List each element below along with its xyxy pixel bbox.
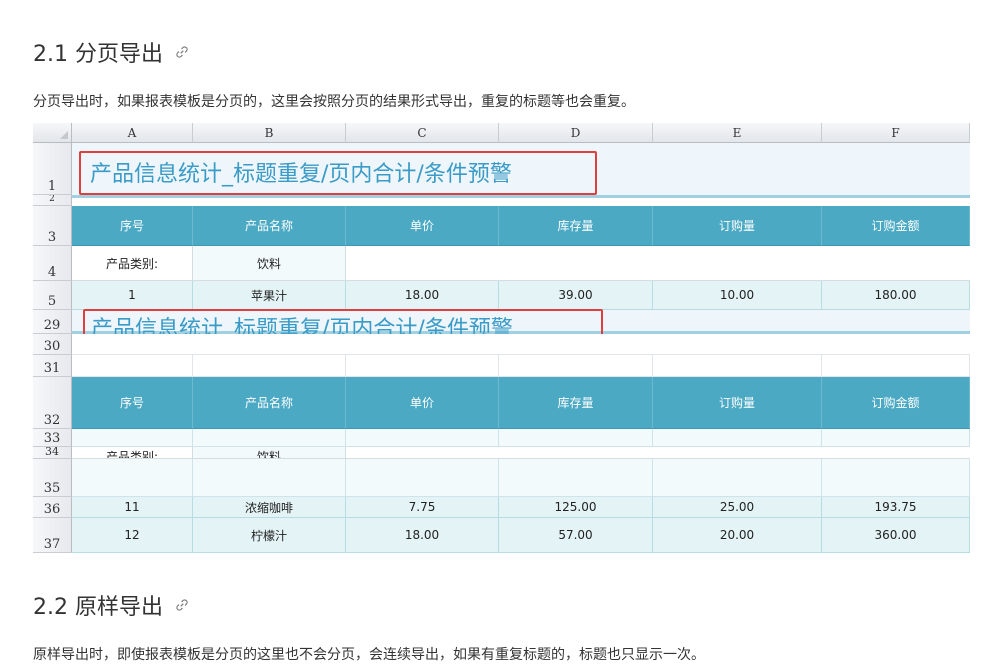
table-cell: 39.00 <box>499 281 653 310</box>
empty-cell <box>346 355 499 377</box>
empty-cell <box>346 459 499 497</box>
empty-cell <box>346 246 970 281</box>
empty-cell <box>653 459 822 497</box>
table-cell: 18.00 <box>346 281 499 310</box>
empty-cell <box>653 429 822 447</box>
column-header-f: F <box>822 123 970 143</box>
row-header: 4 <box>33 246 72 281</box>
empty-cell <box>193 429 346 447</box>
empty-row <box>72 355 970 377</box>
category-value: 饮料 <box>193 447 346 459</box>
header-cell: 产品名称 <box>193 206 346 246</box>
column-header-c: C <box>346 123 499 143</box>
header-cell: 订购量 <box>653 206 822 246</box>
table-row: 12 柠檬汁 18.00 57.00 20.00 360.00 <box>72 518 970 553</box>
column-header-e: E <box>653 123 822 143</box>
header-cell: 序号 <box>72 377 193 429</box>
empty-cell <box>193 355 346 377</box>
column-header-a: A <box>72 123 193 143</box>
table-cell: 11 <box>72 497 193 518</box>
column-header-d: D <box>499 123 653 143</box>
table-cell: 12 <box>72 518 193 553</box>
category-value: 饮料 <box>193 246 346 281</box>
row-header: 36 <box>33 497 72 518</box>
table-row: 1 苹果汁 18.00 39.00 10.00 180.00 <box>72 281 970 310</box>
section-heading-2-1: 2.1 分页导出 <box>33 36 189 68</box>
empty-cell <box>653 355 822 377</box>
row-header: 37 <box>33 518 72 553</box>
row-header: 2 <box>33 195 72 206</box>
table-cell: 浓缩咖啡 <box>193 497 346 518</box>
row-header: 30 <box>33 334 72 355</box>
column-header-b: B <box>193 123 346 143</box>
table-cell: 7.75 <box>346 497 499 518</box>
header-cell: 单价 <box>346 206 499 246</box>
empty-cell <box>72 429 193 447</box>
empty-row <box>72 429 970 447</box>
table-cell: 125.00 <box>499 497 653 518</box>
column-headers-row-repeated: 序号 产品名称 单价 库存量 订购量 订购金额 <box>72 377 970 429</box>
header-cell: 序号 <box>72 206 193 246</box>
header-cell: 订购量 <box>653 377 822 429</box>
header-cell: 库存量 <box>499 206 653 246</box>
header-cell: 订购金额 <box>822 377 970 429</box>
category-label: 产品类别: <box>72 447 193 459</box>
row-header: 31 <box>33 355 72 377</box>
empty-cell <box>499 355 653 377</box>
header-cell: 产品名称 <box>193 377 346 429</box>
empty-row <box>72 334 970 355</box>
table-cell: 18.00 <box>346 518 499 553</box>
table-cell: 360.00 <box>822 518 970 553</box>
row-header: 35 <box>33 459 72 497</box>
section-heading-2-2: 2.2 原样导出 <box>33 589 189 621</box>
link-icon[interactable] <box>175 45 189 59</box>
category-row: 产品类别: 饮料 <box>72 246 970 281</box>
table-cell: 柠檬汁 <box>193 518 346 553</box>
table-cell: 苹果汁 <box>193 281 346 310</box>
empty-cell <box>346 429 499 447</box>
header-cell: 单价 <box>346 377 499 429</box>
empty-cell <box>499 429 653 447</box>
header-cell: 订购金额 <box>822 206 970 246</box>
table-cell: 180.00 <box>822 281 970 310</box>
row-header: 1 <box>33 143 72 195</box>
empty-cell <box>193 459 346 497</box>
table-row: 11 浓缩咖啡 7.75 125.00 25.00 193.75 <box>72 497 970 518</box>
category-label: 产品类别: <box>72 246 193 281</box>
category-row-clipped: 产品类别: 饮料 <box>72 447 970 459</box>
column-headers-row: 序号 产品名称 单价 库存量 订购量 订购金额 <box>72 206 970 246</box>
empty-cell <box>822 429 970 447</box>
spreadsheet-screenshot: A B C D E F 1 产品信息统计_标题重复/页内合计/条件预警 2 3 … <box>33 123 970 553</box>
section-paragraph-2-1: 分页导出时，如果报表模板是分页的，这里会按照分页的结果形式导出，重复的标题等也会… <box>33 94 635 110</box>
table-cell: 57.00 <box>499 518 653 553</box>
select-all-corner <box>33 123 72 143</box>
empty-cell <box>72 355 193 377</box>
row-header: 32 <box>33 377 72 429</box>
table-cell: 10.00 <box>653 281 822 310</box>
header-cell: 库存量 <box>499 377 653 429</box>
empty-cell <box>499 459 653 497</box>
link-icon[interactable] <box>175 598 189 612</box>
table-cell: 20.00 <box>653 518 822 553</box>
row-header: 29 <box>33 310 72 334</box>
row-header: 34 <box>33 447 72 459</box>
empty-cell <box>822 355 970 377</box>
table-cell: 193.75 <box>822 497 970 518</box>
row-header: 5 <box>33 281 72 310</box>
empty-cell <box>72 459 193 497</box>
empty-cell <box>346 447 970 459</box>
empty-row <box>72 459 970 497</box>
empty-cell <box>822 459 970 497</box>
highlight-box <box>79 151 597 195</box>
table-cell: 25.00 <box>653 497 822 518</box>
table-cell: 1 <box>72 281 193 310</box>
section-paragraph-2-2: 原样导出时，即使报表模板是分页的这里也不会分页，会连续导出，如果有重复标题的，标… <box>33 647 705 663</box>
row-header: 33 <box>33 429 72 447</box>
spacer-row <box>72 195 970 206</box>
row-header: 3 <box>33 206 72 246</box>
